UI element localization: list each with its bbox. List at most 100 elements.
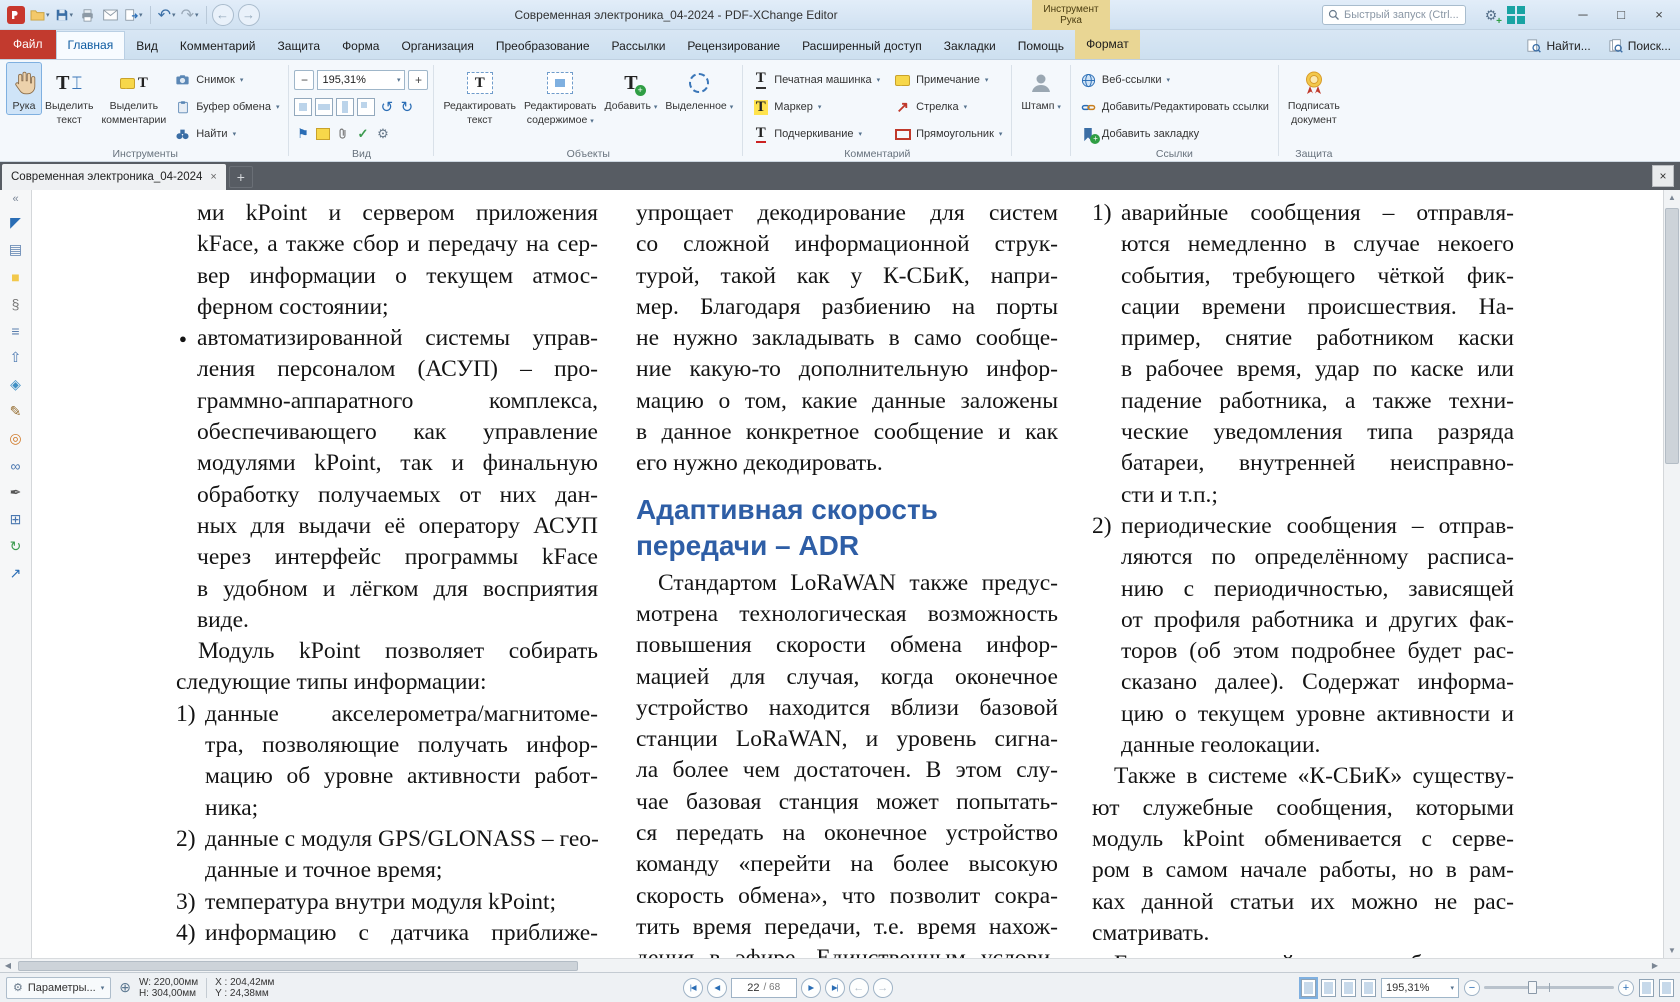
fields-pane-icon[interactable]: ⊞	[4, 507, 28, 532]
actual-size-icon[interactable]	[294, 98, 312, 116]
add-object-button[interactable]: T+ Добавить ▾	[601, 63, 662, 116]
zoom-in-slider-button[interactable]: +	[1618, 980, 1634, 996]
menu-tab-convert[interactable]: Преобразование	[485, 33, 601, 59]
selected-object-button[interactable]: Выделенное ▾	[661, 63, 737, 116]
select-text-button[interactable]: T⌶ Выделить текст	[41, 63, 97, 128]
nav-forward-button[interactable]: →	[238, 4, 260, 26]
scroll-down-icon[interactable]: ▼	[1664, 943, 1680, 958]
options-dropdown[interactable]: ⚙ Параметры... ▾	[6, 977, 111, 999]
gear-doc-icon[interactable]: ⚙	[374, 126, 391, 143]
menu-tab-protection[interactable]: Защита	[267, 33, 332, 59]
scroll-left-icon[interactable]: ◀	[0, 961, 16, 970]
pdf-page[interactable]: ми kPoint и сервером приложенияkFace, а …	[32, 190, 1663, 958]
menu-tab-file[interactable]: Файл	[0, 29, 56, 59]
menu-tab-format[interactable]: Формат	[1075, 29, 1140, 59]
export-button[interactable]: ▾	[122, 3, 145, 27]
search-button[interactable]: Поиск...	[1600, 33, 1680, 59]
layers-pane-icon[interactable]: ◈	[4, 372, 28, 397]
nav-back-button[interactable]: ←	[212, 4, 234, 26]
horizontal-scrollbar[interactable]: ◀ ▶	[0, 958, 1680, 972]
maximize-button[interactable]: □	[1602, 0, 1640, 29]
add-edit-links-button[interactable]: Добавить/Редактировать ссылки	[1076, 95, 1273, 119]
stamp-button[interactable]: Штамп ▾	[1017, 63, 1065, 116]
hand-tool-button[interactable]: Рука	[7, 63, 41, 114]
first-page-button[interactable]: |◀	[683, 978, 703, 998]
zoom-out-button[interactable]: −	[294, 70, 314, 90]
email-button[interactable]	[99, 3, 121, 27]
arrow-tool-button[interactable]: ↗ Стрелка ▾	[890, 95, 1006, 119]
two-pages-continuous-layout-icon[interactable]	[1361, 979, 1376, 997]
export-pane-icon[interactable]: ⇧	[4, 345, 28, 370]
rectangle-tool-button[interactable]: Прямоугольник ▾	[890, 122, 1006, 146]
zoom-area-icon[interactable]	[357, 98, 375, 116]
signatures-pane-icon[interactable]: ✒	[4, 480, 28, 505]
content-pane-icon[interactable]: ✎	[4, 399, 28, 424]
weblinks-button[interactable]: Веб-ссылки ▾	[1076, 68, 1273, 92]
menu-tab-review[interactable]: Рецензирование	[676, 33, 791, 59]
edit-text-button[interactable]: T Редактировать текст	[439, 63, 520, 128]
close-window-button[interactable]: ×	[1640, 0, 1678, 29]
attachments-pane-icon[interactable]: §	[4, 291, 28, 316]
thumbnails-pane-icon[interactable]: ≡	[4, 318, 28, 343]
menu-tab-form[interactable]: Форма	[331, 33, 390, 59]
attachment-icon[interactable]	[334, 126, 351, 143]
new-tab-button[interactable]: +	[229, 166, 253, 188]
undo-button[interactable]: ↶ ▾	[156, 3, 178, 27]
links-pane-icon[interactable]: ∞	[4, 453, 28, 478]
destinations-pane-icon[interactable]: ◎	[4, 426, 28, 451]
view-forward-button[interactable]: →	[873, 978, 893, 998]
scroll-right-icon[interactable]: ▶	[1647, 961, 1663, 970]
check-doc-icon[interactable]: ✓	[354, 126, 371, 143]
collapse-rail-button[interactable]: «	[12, 192, 18, 208]
two-pages-layout-icon[interactable]	[1341, 979, 1356, 997]
page-number-input[interactable]: 22 / 68	[731, 978, 797, 998]
copy-pages-pane-icon[interactable]: ▤	[4, 237, 28, 262]
clipboard-button[interactable]: Буфер обмена ▾	[170, 95, 283, 119]
print-button[interactable]	[76, 3, 98, 27]
horizontal-scroll-thumb[interactable]	[18, 961, 578, 971]
underline-button[interactable]: T Подчеркивание ▾	[748, 122, 884, 146]
minimize-button[interactable]: ─	[1564, 0, 1602, 29]
vertical-scrollbar[interactable]: ▲ ▼	[1663, 190, 1680, 958]
fit-width-status-icon[interactable]	[1639, 979, 1654, 997]
zoom-slider-handle[interactable]	[1528, 981, 1537, 994]
highlight-button[interactable]: T Маркер ▾	[748, 95, 884, 119]
continuous-layout-icon[interactable]	[1321, 979, 1336, 997]
view-back-button[interactable]: ←	[849, 978, 869, 998]
open-button[interactable]: ▾	[28, 3, 52, 27]
menu-tab-help[interactable]: Помощь	[1007, 33, 1075, 59]
zoom-out-slider-button[interactable]: −	[1464, 980, 1480, 996]
last-page-button[interactable]: ▶|	[825, 978, 845, 998]
document-viewport[interactable]: ми kPoint и сервером приложенияkFace, а …	[32, 190, 1663, 958]
statusbar-zoom-combo[interactable]: 195,31% ▾	[1381, 978, 1459, 998]
rotate-ccw-icon[interactable]: ↺	[378, 99, 395, 116]
select-comments-button[interactable]: T Выделить комментарии	[97, 63, 170, 128]
menu-tab-bookmarks[interactable]: Закладки	[933, 33, 1007, 59]
menu-tab-comment[interactable]: Комментарий	[169, 33, 267, 59]
menu-tab-home[interactable]: Главная	[56, 31, 126, 59]
quick-launch-search[interactable]: Быстрый запуск (Ctrl...	[1322, 5, 1466, 25]
snapshot-button[interactable]: Снимок ▾	[170, 68, 283, 92]
menu-tab-accessibility[interactable]: Расширенный доступ	[791, 33, 933, 59]
sign-document-button[interactable]: Подписать документ	[1284, 63, 1344, 128]
vertical-scroll-thumb[interactable]	[1665, 208, 1679, 464]
sticky-note-icon[interactable]	[314, 126, 331, 143]
history-pane-icon[interactable]: ↻	[4, 534, 28, 559]
add-bookmark-button[interactable]: + Добавить закладку	[1076, 122, 1273, 146]
rotate-cw-icon[interactable]: ↻	[398, 99, 415, 116]
next-page-button[interactable]: ▶	[801, 978, 821, 998]
fit-page-status-icon[interactable]	[1659, 979, 1674, 997]
close-document-button[interactable]: ×	[1652, 165, 1674, 187]
comments-pane-icon[interactable]: ■	[4, 264, 28, 289]
menu-tab-organize[interactable]: Организация	[390, 33, 484, 59]
find-tool-button[interactable]: Найти ▾	[170, 122, 283, 146]
fit-page-icon[interactable]	[336, 98, 354, 116]
pin-icon[interactable]: ⚑	[294, 126, 311, 143]
menu-tab-view[interactable]: Вид	[125, 33, 169, 59]
export-doc-pane-icon[interactable]: ↗	[4, 561, 28, 586]
scroll-up-icon[interactable]: ▲	[1664, 190, 1680, 205]
switch-ui-button[interactable]	[1505, 4, 1527, 26]
zoom-level-combo[interactable]: 195,31% ▾	[317, 70, 405, 90]
fit-width-icon[interactable]	[315, 98, 333, 116]
add-tool-button[interactable]: ⚙ +	[1480, 4, 1502, 26]
